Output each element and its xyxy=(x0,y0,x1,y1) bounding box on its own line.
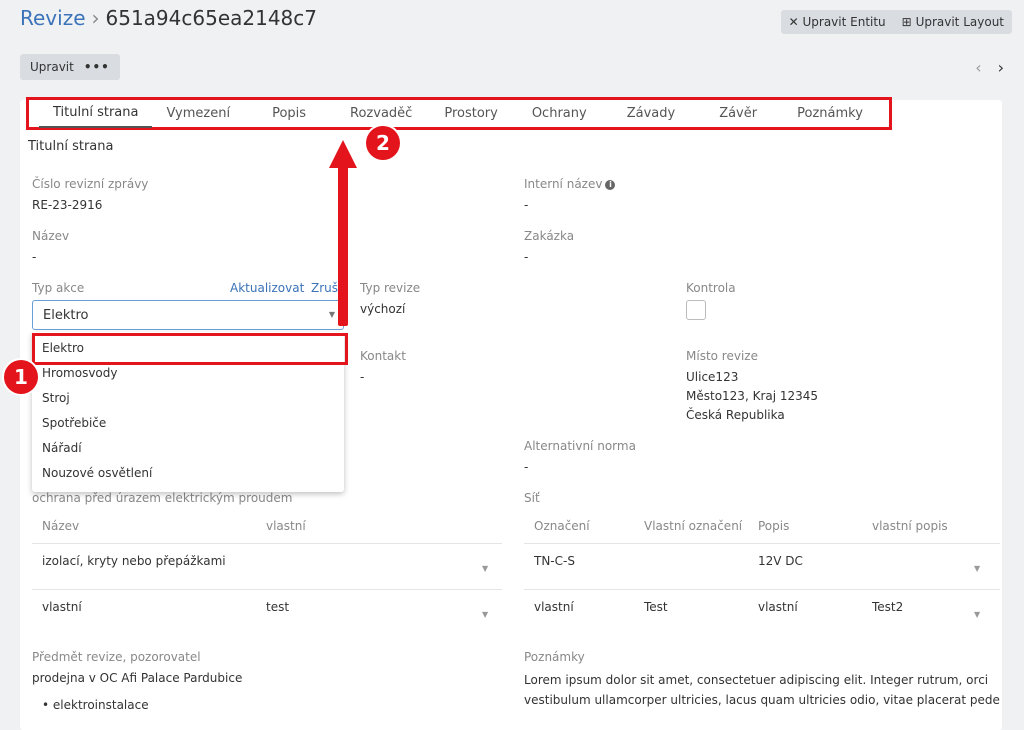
grid-icon: ⊞ xyxy=(901,15,912,29)
protection-label: ochrana před úrazem elektrickým proudem xyxy=(32,491,293,505)
dropdown-option-spotrebice[interactable]: Spotřebiče xyxy=(32,411,344,436)
contact-value: - xyxy=(360,370,365,384)
network-divider xyxy=(524,543,1000,544)
next-record-button[interactable]: › xyxy=(998,58,1004,77)
network-header-own-desc: vlastní popis xyxy=(872,519,948,533)
edit-layout-button[interactable]: ⊞ Upravit Layout xyxy=(894,10,1012,34)
control-label: Kontrola xyxy=(686,281,736,295)
protection-divider xyxy=(32,543,502,544)
action-update-link[interactable]: Aktualizovat xyxy=(230,281,304,295)
order-label: Zakázka xyxy=(524,229,575,243)
info-icon[interactable]: i xyxy=(605,180,616,190)
report-number-value: RE-23-2916 xyxy=(32,198,103,212)
subject-label: Předmět revize, pozorovatel xyxy=(32,650,201,664)
network-divider xyxy=(524,589,1000,590)
edit-entity-label: Upravit Entitu xyxy=(802,15,886,29)
tab-bar: Titulní strana Vymezení Popis Rozvaděč P… xyxy=(26,97,892,130)
tab-zaver[interactable]: Závěr xyxy=(697,100,779,127)
protection-row-2-own: test xyxy=(266,600,290,614)
report-number-label: Číslo revizní zprávy xyxy=(32,177,149,191)
breadcrumb-separator: › xyxy=(91,6,100,30)
annotation-arrow-shaft xyxy=(338,164,348,326)
order-value: - xyxy=(524,250,529,264)
alt-norm-label: Alternativní norma xyxy=(524,439,636,453)
network-row-1-desc: 12V DC xyxy=(758,554,803,568)
edit-entity-button[interactable]: ✕ Upravit Entitu xyxy=(781,10,894,34)
internal-name-label: Interní název i xyxy=(524,177,616,191)
network-header-desc: Popis xyxy=(758,519,790,533)
breadcrumb: Revize › 651a94c65ea2148c7 xyxy=(20,6,317,30)
chevron-down-icon[interactable]: ▼ xyxy=(974,610,980,619)
dropdown-option-naradi[interactable]: Nářadí xyxy=(32,436,344,461)
network-row-2-own-code: Test xyxy=(644,600,668,614)
notes-label: Poznámky xyxy=(524,650,585,664)
subject-bullet-text: elektroinstalace xyxy=(52,698,149,712)
alt-norm-value: - xyxy=(524,460,529,474)
annotation-badge-2: 2 xyxy=(366,126,400,160)
revision-type-value: výchozí xyxy=(360,302,406,316)
action-type-selected: Elektro xyxy=(43,308,89,323)
tab-popis[interactable]: Popis xyxy=(244,100,334,127)
tab-titulni-strana[interactable]: Titulní strana xyxy=(39,99,153,128)
protection-header-name: Název xyxy=(42,519,80,533)
annotation-badge-1: 1 xyxy=(4,360,38,394)
place-line-1: Ulice123 xyxy=(686,370,739,384)
name-value: - xyxy=(32,250,37,264)
internal-name-label-text: Interní název xyxy=(524,177,603,191)
control-checkbox[interactable] xyxy=(686,300,706,320)
protection-header-own: vlastní xyxy=(266,519,306,533)
chevron-down-icon[interactable]: ▼ xyxy=(974,564,980,573)
place-line-3: Česká Republika xyxy=(686,408,785,422)
tab-vymezeni[interactable]: Vymezení xyxy=(152,100,244,127)
chevron-down-icon[interactable]: ▼ xyxy=(482,610,488,619)
network-header-code: Označení xyxy=(534,519,590,533)
network-row-2-code: vlastní xyxy=(534,600,574,614)
prev-record-button[interactable]: ‹ xyxy=(975,58,981,77)
network-label: Síť xyxy=(524,491,540,505)
breadcrumb-root-link[interactable]: Revize xyxy=(20,6,86,30)
dropdown-option-stroj[interactable]: Stroj xyxy=(32,386,344,411)
edit-button[interactable]: Upravit ••• xyxy=(20,54,120,80)
contact-label: Kontakt xyxy=(360,349,406,363)
name-label: Název xyxy=(32,229,70,243)
chevron-down-icon[interactable]: ▼ xyxy=(482,564,488,573)
network-row-1-code: TN-C-S xyxy=(534,554,575,568)
caret-down-icon: ▼ xyxy=(328,310,335,319)
protection-row-1-name: izolací, kryty nebo přepážkami xyxy=(42,554,226,568)
subject-bullet: • elektroinstalace xyxy=(42,698,149,712)
edit-label: Upravit xyxy=(30,60,74,74)
tab-ochrany[interactable]: Ochrany xyxy=(514,100,605,127)
record-pager: ‹ › xyxy=(959,58,1004,77)
place-label: Místo revize xyxy=(686,349,758,363)
protection-divider xyxy=(32,589,502,590)
subject-value: prodejna v OC Afi Palace Pardubice xyxy=(32,671,243,685)
revision-type-label: Typ revize xyxy=(360,281,421,295)
arrow-up-icon xyxy=(329,140,357,168)
protection-row-2-name: vlastní xyxy=(42,600,82,614)
network-row-2-desc: vlastní xyxy=(758,600,798,614)
network-header-own-code: Vlastní označení xyxy=(644,519,743,533)
internal-name-value: - xyxy=(524,198,529,212)
action-type-select[interactable]: Elektro ▼ xyxy=(32,300,344,330)
dropdown-option-nouzove-osvetleni[interactable]: Nouzové osvětlení xyxy=(32,461,344,486)
layout-toolbar: ✕ Upravit Entitu ⊞ Upravit Layout xyxy=(780,10,1012,34)
breadcrumb-record-id: 651a94c65ea2148c7 xyxy=(105,6,318,30)
tab-zavady[interactable]: Závady xyxy=(605,100,697,127)
action-type-label: Typ akce xyxy=(32,281,85,295)
section-title: Titulní strana xyxy=(28,139,114,154)
edit-layout-label: Upravit Layout xyxy=(915,15,1004,29)
wrench-icon: ✕ xyxy=(788,15,799,29)
place-line-2: Město123, Kraj 12345 xyxy=(686,389,819,403)
tab-prostory[interactable]: Prostory xyxy=(428,100,514,127)
tab-poznamky[interactable]: Poznámky xyxy=(779,100,881,127)
action-cancel-link[interactable]: Zruš xyxy=(311,281,338,295)
tab-rozvadec[interactable]: Rozvaděč xyxy=(334,100,428,127)
more-icon[interactable]: ••• xyxy=(84,60,110,74)
highlight-box-option xyxy=(32,333,348,365)
network-row-2-own-desc: Test2 xyxy=(872,600,904,614)
notes-value: Lorem ipsum dolor sit amet, consectetuer… xyxy=(524,673,1000,707)
